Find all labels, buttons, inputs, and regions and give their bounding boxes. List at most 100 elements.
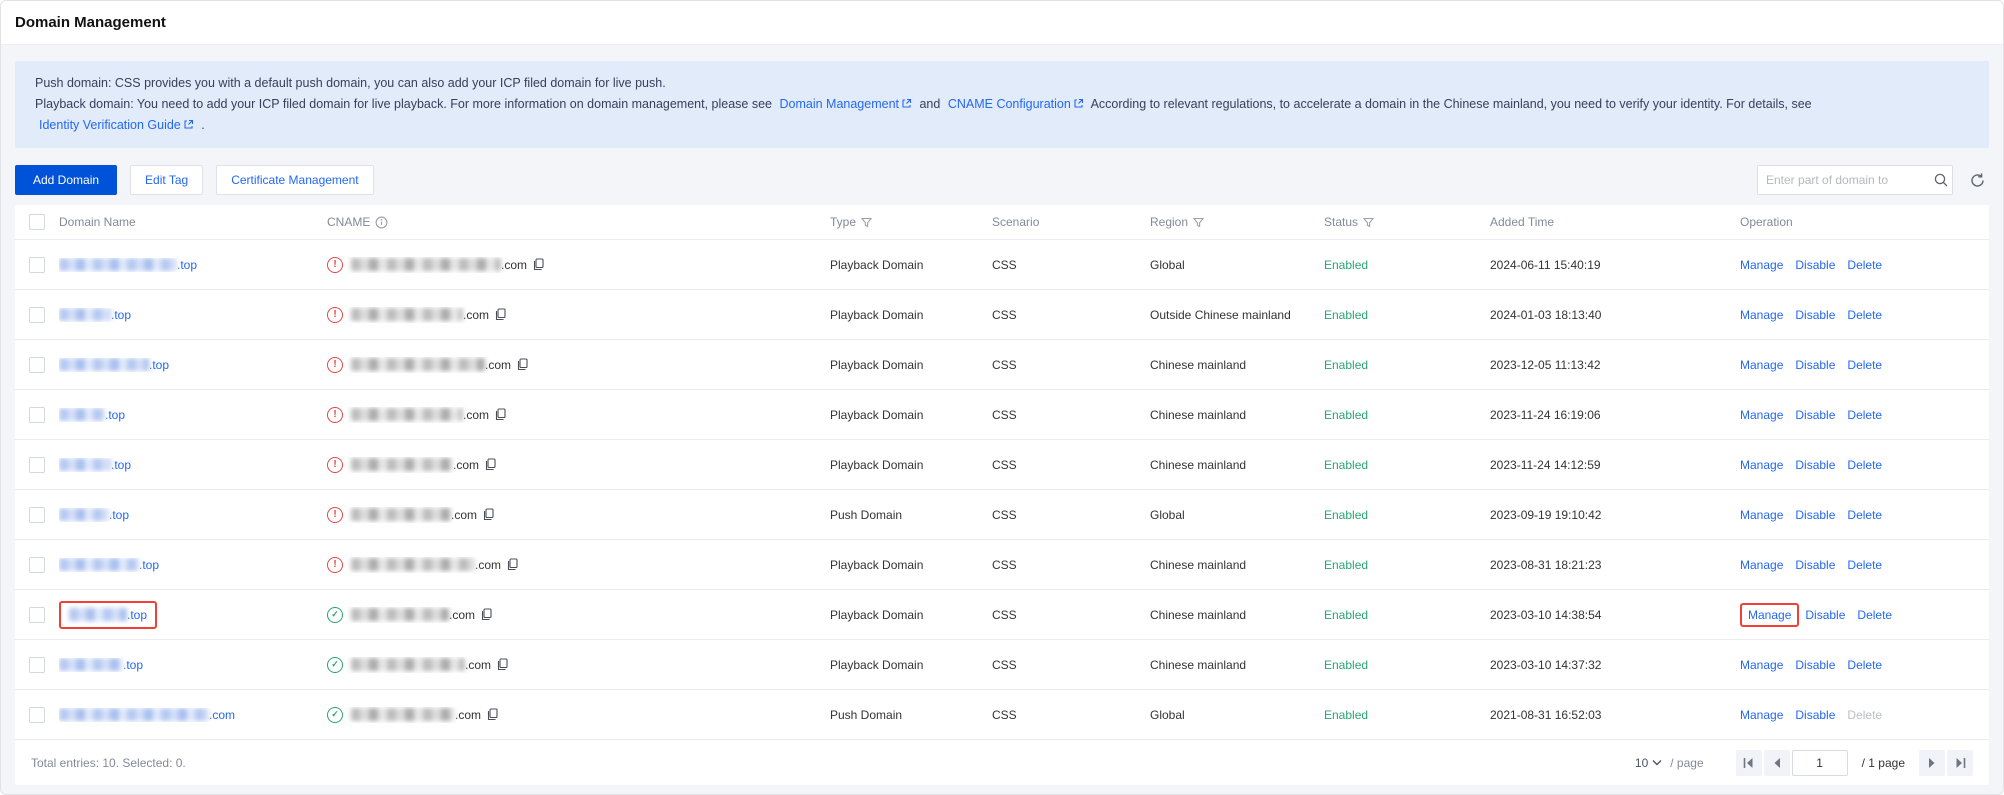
identity-verification-guide-link[interactable]: Identity Verification Guide xyxy=(39,118,194,132)
redacted-domain xyxy=(59,708,209,721)
manage-link[interactable]: Manage xyxy=(1740,708,1783,722)
table-footer: Total entries: 10. Selected: 0. 10 / pag… xyxy=(15,739,1989,785)
delete-link[interactable]: Delete xyxy=(1847,658,1882,672)
domain-link[interactable]: .top xyxy=(59,658,143,672)
cname-configuration-link[interactable]: CNAME Configuration xyxy=(948,97,1084,111)
table-row: .top! .com Playback Domain CSS Global Enabled… xyxy=(15,239,1989,289)
disable-link[interactable]: Disable xyxy=(1795,658,1835,672)
disable-link[interactable]: Disable xyxy=(1795,308,1835,322)
row-checkbox[interactable] xyxy=(29,306,45,323)
row-checkbox[interactable] xyxy=(29,506,45,523)
copy-icon[interactable] xyxy=(497,658,509,671)
first-page-button[interactable] xyxy=(1735,749,1762,776)
disable-link[interactable]: Disable xyxy=(1795,558,1835,572)
disable-link[interactable]: Disable xyxy=(1795,358,1835,372)
certificate-management-button[interactable]: Certificate Management xyxy=(216,165,374,195)
disable-link[interactable]: Disable xyxy=(1805,608,1845,622)
row-checkbox[interactable] xyxy=(29,556,45,573)
manage-link[interactable]: Manage xyxy=(1740,508,1783,522)
cname-verified-icon: ✓ xyxy=(327,606,343,623)
domain-link[interactable]: .top xyxy=(59,458,131,472)
table-row: .top! .com Playback Domain CSS Chinese mainl… xyxy=(15,339,1989,389)
scenario-cell: CSS xyxy=(992,357,1017,372)
domain-link[interactable]: .top xyxy=(59,258,197,272)
disable-link[interactable]: Disable xyxy=(1795,258,1835,272)
manage-link[interactable]: Manage xyxy=(1740,258,1783,272)
row-checkbox[interactable] xyxy=(29,706,45,723)
delete-link[interactable]: Delete xyxy=(1847,258,1882,272)
filter-icon[interactable] xyxy=(1193,217,1205,228)
filter-icon[interactable] xyxy=(861,217,873,228)
last-page-button[interactable] xyxy=(1947,749,1973,776)
row-checkbox[interactable] xyxy=(29,456,45,473)
copy-icon[interactable] xyxy=(481,608,493,621)
copy-icon[interactable] xyxy=(487,708,499,721)
domain-suffix: .top xyxy=(109,507,130,522)
domain-management-link[interactable]: Domain Management xyxy=(779,97,912,111)
delete-link[interactable]: Delete xyxy=(1847,358,1882,372)
edit-tag-button[interactable]: Edit Tag xyxy=(130,165,204,195)
info-icon[interactable] xyxy=(375,216,388,229)
added-time-cell: 2023-03-10 14:38:54 xyxy=(1490,607,1602,622)
next-page-button[interactable] xyxy=(1919,749,1945,776)
manage-link[interactable]: Manage xyxy=(1740,358,1783,372)
prev-page-button[interactable] xyxy=(1763,749,1790,776)
domain-link[interactable]: .top xyxy=(59,508,129,522)
row-checkbox[interactable] xyxy=(29,406,45,423)
domain-link[interactable]: .top xyxy=(59,408,125,422)
region-cell: Chinese mainland xyxy=(1150,557,1247,572)
search-icon[interactable] xyxy=(1929,166,1952,194)
delete-link[interactable]: Delete xyxy=(1847,308,1882,322)
delete-link[interactable]: Delete xyxy=(1857,608,1892,622)
status-badge: Enabled xyxy=(1324,507,1369,522)
page-size-select[interactable]: 10 xyxy=(1635,756,1662,770)
search-input[interactable] xyxy=(1758,166,1929,194)
copy-icon[interactable] xyxy=(533,258,545,271)
delete-link[interactable]: Delete xyxy=(1847,458,1882,472)
delete-link[interactable]: Delete xyxy=(1847,508,1882,522)
disable-link[interactable]: Disable xyxy=(1795,458,1835,472)
type-cell: Playback Domain xyxy=(830,307,924,322)
table-body: .top! .com Playback Domain CSS Global Enabled… xyxy=(15,239,1989,739)
row-checkbox[interactable] xyxy=(29,256,45,273)
manage-link[interactable]: Manage xyxy=(1740,658,1783,672)
refresh-icon[interactable] xyxy=(1965,168,1989,192)
status-badge: Enabled xyxy=(1324,707,1369,722)
copy-icon[interactable] xyxy=(483,508,495,521)
domain-suffix: .com xyxy=(209,707,236,722)
manage-link[interactable]: Manage xyxy=(1740,458,1783,472)
domain-suffix: .top xyxy=(127,607,148,622)
cname-cell: ! .com xyxy=(327,256,830,273)
row-checkbox[interactable] xyxy=(29,356,45,373)
copy-icon[interactable] xyxy=(495,408,507,421)
domain-link[interactable]: .top xyxy=(69,608,147,622)
manage-link[interactable]: Manage xyxy=(1740,308,1783,322)
copy-icon[interactable] xyxy=(507,558,519,571)
manage-link[interactable]: Manage xyxy=(1740,408,1783,422)
cname-cell: ✓ .com xyxy=(327,606,830,623)
current-page-box[interactable]: 1 xyxy=(1791,749,1848,776)
domain-link[interactable]: .com xyxy=(59,708,235,722)
filter-icon[interactable] xyxy=(1363,217,1375,228)
delete-link[interactable]: Delete xyxy=(1847,408,1882,422)
added-time-cell: 2023-11-24 16:19:06 xyxy=(1490,407,1601,422)
select-all-checkbox[interactable] xyxy=(29,214,45,230)
domain-link[interactable]: .top xyxy=(59,308,131,322)
domain-cell: .top xyxy=(59,358,327,372)
manage-link[interactable]: Manage xyxy=(1748,608,1791,622)
add-domain-button[interactable]: Add Domain xyxy=(15,165,118,195)
copy-icon[interactable] xyxy=(517,358,529,371)
domain-link[interactable]: .top xyxy=(59,558,159,572)
domain-cell: .top xyxy=(59,508,327,522)
row-checkbox[interactable] xyxy=(29,656,45,673)
copy-icon[interactable] xyxy=(495,308,507,321)
row-checkbox[interactable] xyxy=(29,606,45,623)
disable-link[interactable]: Disable xyxy=(1795,508,1835,522)
delete-link: Delete xyxy=(1847,707,1883,722)
delete-link[interactable]: Delete xyxy=(1847,558,1882,572)
disable-link[interactable]: Disable xyxy=(1795,708,1835,722)
disable-link[interactable]: Disable xyxy=(1795,408,1835,422)
domain-link[interactable]: .top xyxy=(59,358,169,372)
copy-icon[interactable] xyxy=(485,458,497,471)
manage-link[interactable]: Manage xyxy=(1740,558,1783,572)
